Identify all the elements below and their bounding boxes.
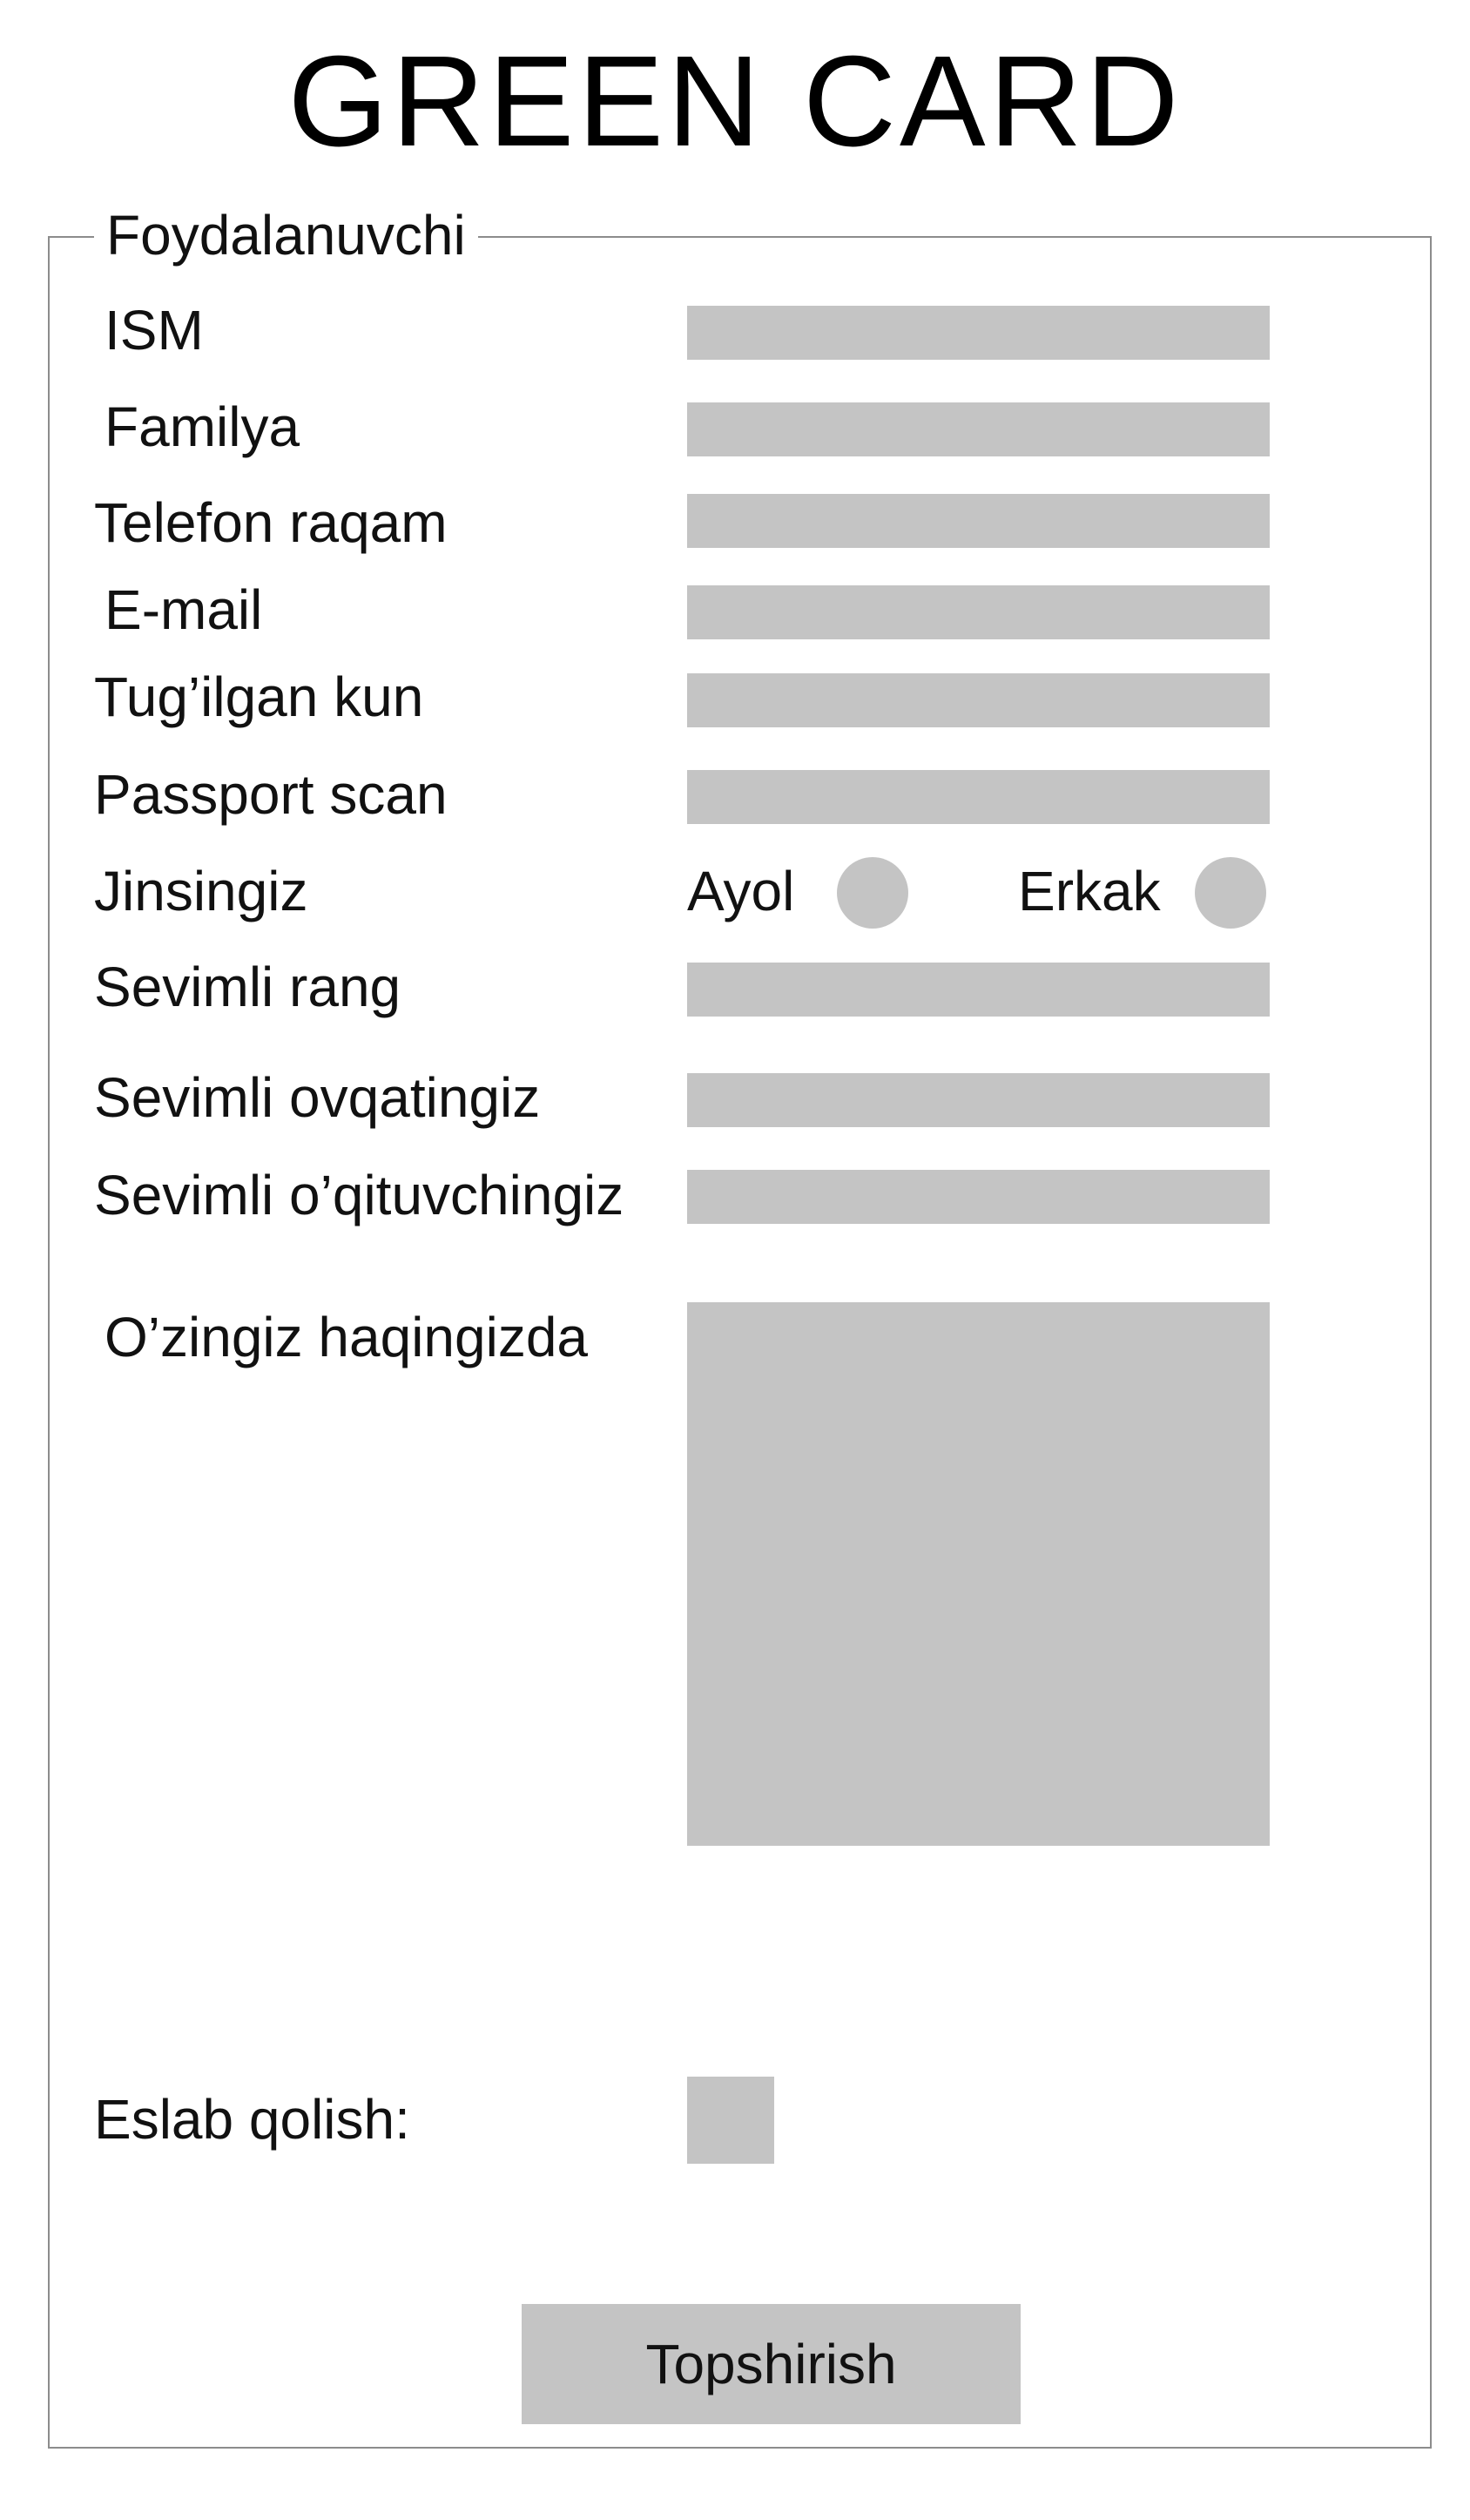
gender-ayol-radio[interactable]: [837, 857, 908, 929]
birthday-label: Tug’ilgan kun: [94, 665, 424, 728]
favorite-teacher-label: Sevimli o’qituvchingiz: [94, 1164, 624, 1226]
telefon-label: Telefon raqam: [94, 491, 448, 554]
ism-input[interactable]: [687, 306, 1270, 360]
ism-label: ISM: [105, 299, 204, 361]
remember-me-label: Eslab qolish:: [94, 2088, 410, 2151]
familya-label: Familya: [105, 395, 300, 458]
familya-input[interactable]: [687, 402, 1270, 456]
favorite-color-label: Sevimli rang: [94, 956, 401, 1018]
email-input[interactable]: [687, 585, 1270, 639]
page-title: GREEN CARD: [287, 30, 1183, 173]
passport-input[interactable]: [687, 770, 1270, 824]
gender-erkak-radio[interactable]: [1195, 857, 1266, 929]
email-label: E-mail: [105, 578, 263, 641]
birthday-input[interactable]: [687, 673, 1270, 727]
gender-option-erkak-label: Erkak: [1018, 860, 1161, 922]
favorite-food-input[interactable]: [687, 1073, 1270, 1127]
remember-me-checkbox[interactable]: [687, 2077, 774, 2164]
favorite-food-label: Sevimli ovqatingiz: [94, 1066, 541, 1129]
about-yourself-textarea[interactable]: [687, 1302, 1270, 1846]
form-legend: Foydalanuvchi: [94, 205, 478, 266]
about-yourself-label: O’zingiz haqingizda: [105, 1306, 588, 1368]
favorite-color-input[interactable]: [687, 963, 1270, 1017]
telefon-input[interactable]: [687, 494, 1270, 548]
passport-label: Passport scan: [94, 763, 448, 826]
submit-button[interactable]: Topshirish: [522, 2304, 1021, 2424]
gender-option-ayol-label: Ayol: [687, 860, 795, 922]
gender-label: Jinsingiz: [94, 860, 308, 922]
favorite-teacher-input[interactable]: [687, 1170, 1270, 1224]
